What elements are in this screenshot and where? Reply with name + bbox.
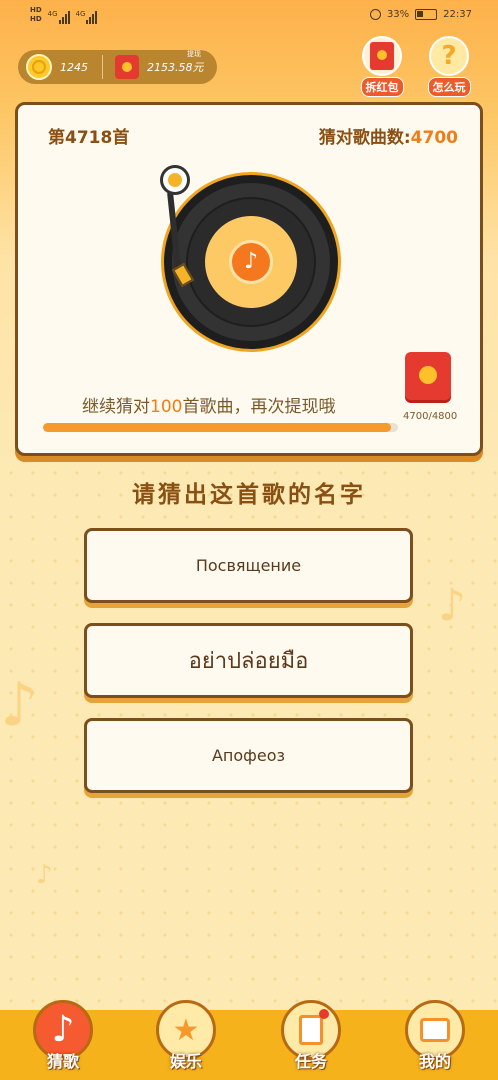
- tonearm-pivot: [160, 165, 190, 195]
- nav-label: 娱乐: [169, 1052, 202, 1071]
- answer-option-2[interactable]: อย่าปล่อยมือ: [84, 623, 413, 698]
- how-to-play-label: 怎么玩: [427, 77, 471, 97]
- song-card: 第4718首 猜对歌曲数:4700 ♪ 继续猜对100首歌曲，再次提现哦 470…: [15, 102, 483, 456]
- signal-group: HD HD 4G 4G: [30, 6, 98, 24]
- progress-fill: [43, 423, 391, 432]
- status-bar: HD HD 4G 4G 33% 22:37: [0, 0, 498, 34]
- battery-icon: [415, 9, 438, 20]
- network-label-2: 4G: [75, 10, 86, 18]
- answer-option-1[interactable]: Посвящение: [84, 528, 413, 603]
- progress-text-suffix: 首歌曲，再次提现哦: [182, 397, 336, 417]
- progress-text-prefix: 继续猜对: [82, 397, 150, 417]
- progress-bar: [43, 423, 398, 432]
- wallet-divider: [102, 55, 103, 79]
- battery-text: 33%: [386, 9, 410, 20]
- coin-icon: [26, 54, 52, 80]
- score-label: 猜对歌曲数:: [318, 128, 411, 148]
- score-display: 猜对歌曲数:4700: [319, 123, 458, 148]
- question-mark-icon: ?: [429, 36, 469, 76]
- progress-text-number: 100: [150, 397, 183, 417]
- red-packet-label: 拆红包: [360, 77, 404, 97]
- nav-entertainment[interactable]: ★ 娱乐: [153, 1000, 219, 1072]
- cash-group: 2153.58元 提现: [147, 50, 204, 75]
- clock: 22:37: [443, 9, 472, 20]
- nav-mine[interactable]: 我的: [402, 1000, 468, 1072]
- signal-icon: 4G: [48, 10, 70, 24]
- coin-count: 1245: [60, 60, 88, 74]
- vinyl-label: ♪: [205, 216, 297, 308]
- nav-label: 我的: [418, 1052, 451, 1071]
- nav-label: 猜歌: [46, 1052, 79, 1071]
- nav-tasks[interactable]: 任务: [278, 1000, 344, 1072]
- reward-count: 4700/4800: [403, 411, 458, 422]
- music-note-icon: ♪: [229, 240, 273, 284]
- note-decoration-icon: ♪: [438, 580, 467, 631]
- cash-label: 提现: [187, 50, 201, 58]
- red-packet-icon: [362, 36, 402, 76]
- round-counter: 第4718首: [48, 128, 130, 148]
- how-to-play-button[interactable]: ? 怎么玩: [424, 36, 474, 97]
- alarm-icon: [369, 9, 381, 20]
- nav-label: 任务: [294, 1052, 327, 1071]
- red-envelope-icon: [115, 55, 139, 79]
- red-packet-button[interactable]: 拆红包: [357, 36, 407, 97]
- progress-text: 继续猜对100首歌曲，再次提现哦: [82, 392, 335, 417]
- answer-option-3[interactable]: Апофеоз: [84, 718, 413, 793]
- nav-guess-song[interactable]: ♪ 猜歌: [30, 1000, 96, 1072]
- network-label: 4G: [47, 10, 58, 18]
- hd-icon: HD HD: [30, 6, 42, 23]
- note-decoration-icon: ♪: [0, 670, 39, 740]
- cash-amount: 2153.58元: [147, 61, 204, 74]
- vinyl-record[interactable]: ♪: [161, 172, 341, 352]
- status-right: 33% 22:37: [369, 9, 472, 20]
- wallet-pill[interactable]: 1245 2153.58元 提现: [18, 50, 217, 84]
- question-prompt: 请猜出这首歌的名字: [132, 482, 366, 508]
- reward-envelope-button[interactable]: [405, 352, 451, 400]
- signal-icon-2: 4G: [76, 10, 98, 24]
- note-decoration-icon: ♪: [36, 860, 53, 890]
- score-value: 4700: [410, 128, 458, 148]
